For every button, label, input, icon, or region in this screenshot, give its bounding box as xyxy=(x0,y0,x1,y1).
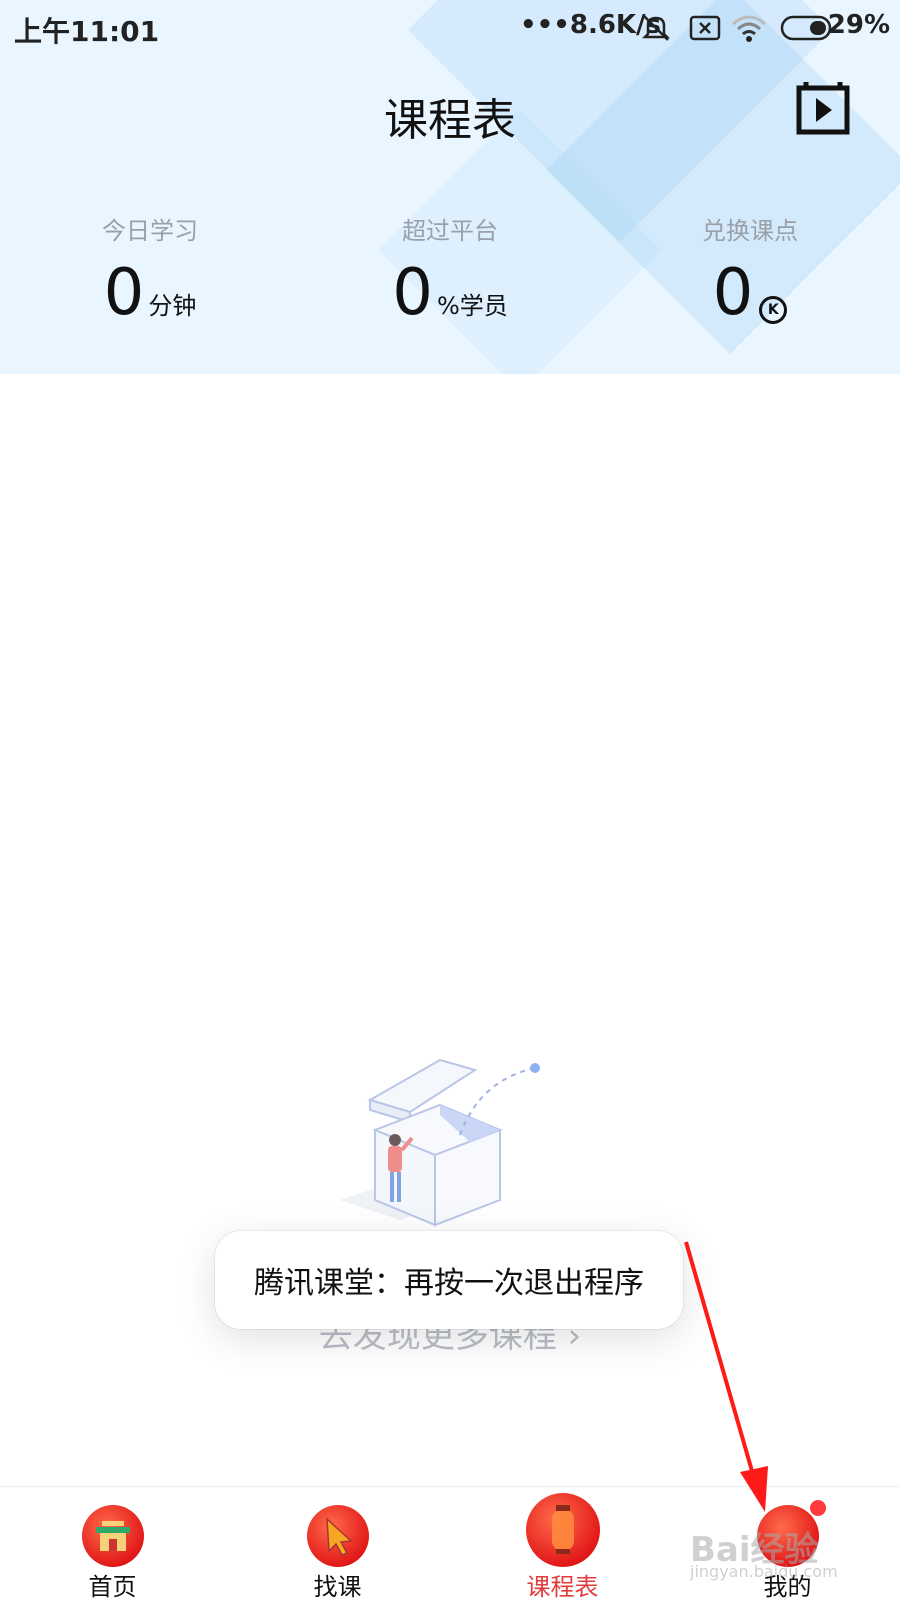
stat-value: 0 xyxy=(712,256,754,330)
stat-exchange-points[interactable]: 兑换课点 0K xyxy=(600,205,900,330)
stat-label: 兑换课点 xyxy=(702,217,798,245)
stat-value: 0 xyxy=(392,256,433,330)
status-battery-percent: 29% xyxy=(827,10,890,40)
nav-label: 找课 xyxy=(313,1573,362,1601)
home-temple-icon xyxy=(81,1505,144,1567)
stat-label: 今日学习 xyxy=(102,217,198,245)
wifi-icon xyxy=(732,15,766,42)
empty-box-illustration xyxy=(340,1058,540,1227)
k-coin-icon: K xyxy=(759,296,788,324)
stat-platform-rank: 超过平台 0 %学员 xyxy=(300,205,600,330)
watermark-url: jingyan.baidu.com xyxy=(690,1562,838,1581)
stat-label: 超过平台 xyxy=(402,217,498,245)
nav-item-find-course[interactable]: 找课 xyxy=(225,1487,450,1601)
stat-unit: %学员 xyxy=(436,292,508,320)
page-title: 课程表 xyxy=(384,95,516,146)
exit-toast: 腾讯课堂：再按一次退出程序 xyxy=(215,1231,683,1329)
notification-dot xyxy=(810,1500,826,1516)
nav-label: 首页 xyxy=(88,1573,137,1601)
stat-today-study: 今日学习 0 分钟 xyxy=(0,205,300,330)
learning-stats: 今日学习 0 分钟 超过平台 0 %学员 兑换课点 0K xyxy=(0,205,900,330)
cursor-icon xyxy=(306,1505,369,1567)
nav-item-home[interactable]: 首页 xyxy=(0,1487,225,1601)
sim-x-icon xyxy=(689,15,721,41)
nav-label: 课程表 xyxy=(526,1573,599,1601)
stat-unit: 分钟 xyxy=(148,292,197,320)
status-bar: 上午11:01 •••8.6K/s 29% xyxy=(0,0,900,56)
toast-text: 腾讯课堂：再按一次退出程序 xyxy=(254,1266,644,1301)
stat-value: 0 xyxy=(103,256,145,330)
nav-item-schedule[interactable]: 课程表 xyxy=(450,1487,675,1601)
video-calendar-icon[interactable] xyxy=(796,80,850,136)
bell-muted-icon xyxy=(641,15,671,41)
status-time: 上午11:01 xyxy=(14,15,160,48)
lantern-icon xyxy=(525,1493,600,1567)
